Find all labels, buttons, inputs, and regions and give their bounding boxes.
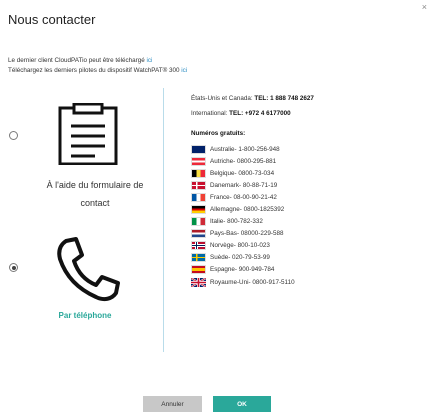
country-number: Pays-Bas- 08000-229-588	[210, 230, 284, 238]
list-item: Suède- 020-79-53-99	[191, 252, 295, 264]
country-number: Italie- 800-782-332	[210, 218, 263, 226]
intro-line-1: Le dernier client CloudPATio peut être t…	[8, 57, 145, 64]
list-item: Royaume-Uni- 0800-917-5110	[191, 276, 295, 288]
us-canada-label: États-Unis et Canada:	[191, 95, 253, 102]
country-number: Australie- 1-800-256-948	[210, 145, 280, 153]
phone-option-label[interactable]: Par téléphone	[30, 311, 140, 320]
netherlands-flag-icon	[191, 229, 206, 239]
france-flag-icon	[191, 192, 206, 202]
country-number: Norvège- 800-10-023	[210, 242, 270, 250]
country-number: Royaume-Uni- 0800-917-5110	[210, 278, 295, 286]
client-download-link[interactable]: ici	[147, 57, 153, 64]
country-number: Belgique- 0800-73-034	[210, 169, 275, 177]
uk-flag-icon	[191, 277, 206, 287]
intro-text: Le dernier client CloudPATio peut être t…	[8, 56, 187, 76]
spain-flag-icon	[191, 265, 206, 275]
australia-flag-icon	[191, 144, 206, 154]
list-item: Italie- 800-782-332	[191, 216, 295, 228]
list-item: Belgique- 0800-73-034	[191, 167, 295, 179]
country-number: Danemark- 80-88-71-19	[210, 181, 278, 189]
form-option-label[interactable]: À l'aide du formulaire de contact	[40, 176, 150, 212]
list-item: Danemark- 80-88-71-19	[191, 179, 295, 191]
driver-download-link[interactable]: ici	[181, 67, 187, 74]
list-item: Australie- 1-800-256-948	[191, 143, 295, 155]
italy-flag-icon	[191, 217, 206, 227]
dialog-title: Nous contacter	[8, 12, 96, 27]
ok-button[interactable]: OK	[213, 396, 271, 412]
country-number: Espagne- 900-949-784	[210, 266, 275, 274]
list-item: Allemagne- 0800-1825392	[191, 203, 295, 215]
close-button[interactable]: ×	[422, 2, 427, 12]
norway-flag-icon	[191, 241, 206, 251]
cancel-button[interactable]: Annuler	[143, 396, 202, 412]
list-item: Norvège- 800-10-023	[191, 240, 295, 252]
international-label: International:	[191, 110, 228, 117]
sweden-flag-icon	[191, 253, 206, 263]
us-canada-phone: TEL: 1 888 748 2627	[254, 95, 314, 102]
form-document-icon[interactable]	[57, 103, 119, 165]
international-phone: TEL: +972 4 6177000	[229, 110, 291, 117]
country-number: Allemagne- 0800-1825392	[210, 206, 285, 214]
vertical-divider	[163, 88, 164, 352]
list-item: Pays-Bas- 08000-229-588	[191, 228, 295, 240]
country-number: France- 08-00-90-21-42	[210, 193, 277, 201]
radio-form-option[interactable]	[9, 131, 18, 140]
list-item: Espagne- 900-949-784	[191, 264, 295, 276]
list-item: Autriche- 0800-295-881	[191, 155, 295, 167]
denmark-flag-icon	[191, 180, 206, 190]
germany-flag-icon	[191, 205, 206, 215]
austria-flag-icon	[191, 156, 206, 166]
country-number: Suède- 020-79-53-99	[210, 254, 270, 262]
intro-line-2: Téléchargez les derniers pilotes du disp…	[8, 67, 180, 74]
radio-phone-option[interactable]	[9, 263, 18, 272]
contact-info: États-Unis et Canada: TEL: 1 888 748 262…	[191, 94, 314, 124]
belgium-flag-icon	[191, 168, 206, 178]
list-item: France- 08-00-90-21-42	[191, 191, 295, 203]
toll-free-title: Numéros gratuits:	[191, 130, 246, 137]
phone-icon[interactable]	[52, 235, 122, 303]
country-number: Autriche- 0800-295-881	[210, 157, 277, 165]
country-list: Australie- 1-800-256-948 Autriche- 0800-…	[191, 143, 295, 288]
